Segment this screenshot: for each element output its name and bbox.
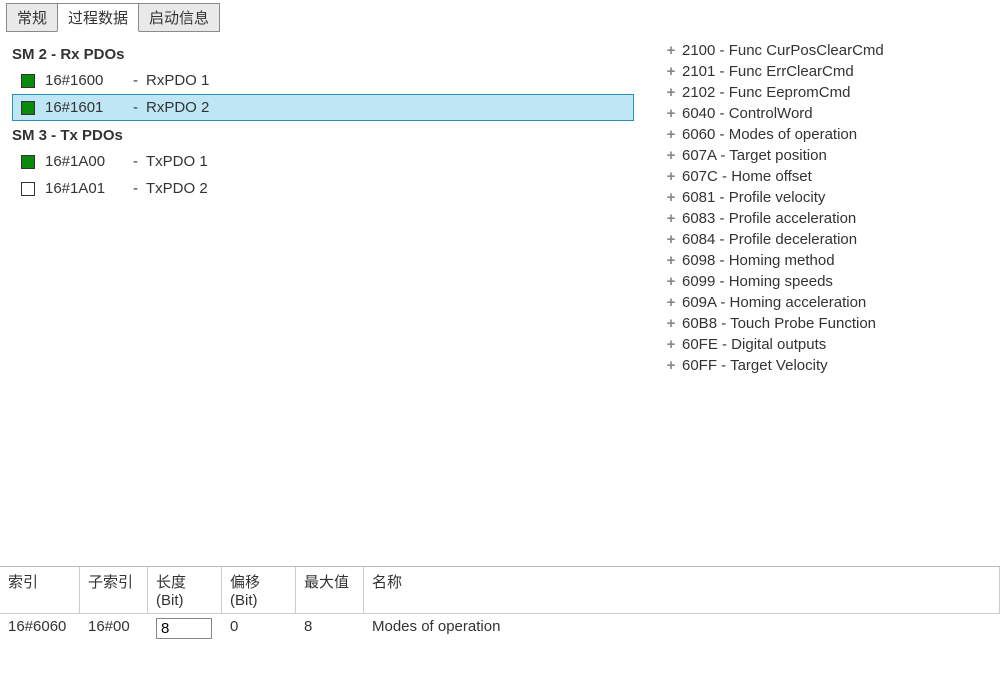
pdo-index: 16#1A01 (45, 180, 125, 197)
expand-icon[interactable]: + (660, 315, 682, 332)
entry-item[interactable]: +6040 - ControlWord (660, 103, 1000, 124)
pdo-name: RxPDO 2 (146, 99, 209, 116)
checkbox-rx2[interactable] (21, 101, 35, 115)
entry-label: 6084 - Profile deceleration (682, 231, 857, 248)
entry-item[interactable]: +607A - Target position (660, 145, 1000, 166)
entry-item[interactable]: +6099 - Homing speeds (660, 271, 1000, 292)
entry-label: 6098 - Homing method (682, 252, 835, 269)
table-row[interactable]: 16#6060 16#00 0 8 Modes of operation (0, 614, 1000, 643)
expand-icon[interactable]: + (660, 63, 682, 80)
expand-icon[interactable]: + (660, 42, 682, 59)
entry-item[interactable]: +2101 - Func ErrClearCmd (660, 61, 1000, 82)
pdo-index: 16#1601 (45, 99, 125, 116)
th-name[interactable]: 名称 (364, 567, 1000, 614)
mapping-table: 索引 子索引 长度(Bit) 偏移(Bit) 最大值 名称 16#6060 16… (0, 566, 1000, 643)
entry-label: 60B8 - Touch Probe Function (682, 315, 876, 332)
entry-label: 60FE - Digital outputs (682, 336, 826, 353)
separator: - (133, 153, 138, 170)
pdo-name: RxPDO 1 (146, 72, 209, 89)
expand-icon[interactable]: + (660, 357, 682, 374)
cell-index: 16#6060 (0, 614, 80, 643)
entry-label: 60FF - Target Velocity (682, 357, 828, 374)
entry-list-pane: +2100 - Func CurPosClearCmd+2101 - Func … (650, 32, 1000, 562)
entry-item[interactable]: +609A - Homing acceleration (660, 292, 1000, 313)
main-area: SM 2 - Rx PDOs 16#1600 - RxPDO 1 16#1601… (0, 32, 1000, 562)
expand-icon[interactable]: + (660, 252, 682, 269)
entry-label: 6040 - ControlWord (682, 105, 813, 122)
tab-startup[interactable]: 启动信息 (138, 3, 220, 32)
pdo-row-tx2[interactable]: 16#1A01 - TxPDO 2 (12, 175, 634, 202)
entry-label: 609A - Homing acceleration (682, 294, 866, 311)
th-index[interactable]: 索引 (0, 567, 80, 614)
tab-process-data[interactable]: 过程数据 (57, 3, 139, 32)
pdo-row-tx1[interactable]: 16#1A00 - TxPDO 1 (12, 148, 634, 175)
th-max[interactable]: 最大值 (296, 567, 364, 614)
expand-icon[interactable]: + (660, 84, 682, 101)
expand-icon[interactable]: + (660, 294, 682, 311)
checkbox-rx1[interactable] (21, 74, 35, 88)
sm3-title: SM 3 - Tx PDOs (12, 127, 650, 144)
entry-label: 6060 - Modes of operation (682, 126, 857, 143)
entry-label: 6099 - Homing speeds (682, 273, 833, 290)
pdo-index: 16#1A00 (45, 153, 125, 170)
expand-icon[interactable]: + (660, 189, 682, 206)
separator: - (133, 180, 138, 197)
entry-item[interactable]: +60B8 - Touch Probe Function (660, 313, 1000, 334)
entry-item[interactable]: +6083 - Profile acceleration (660, 208, 1000, 229)
length-input[interactable] (156, 618, 212, 639)
cell-length (148, 614, 222, 643)
separator: - (133, 99, 138, 116)
entry-item[interactable]: +6084 - Profile deceleration (660, 229, 1000, 250)
pdo-index: 16#1600 (45, 72, 125, 89)
checkbox-tx2[interactable] (21, 182, 35, 196)
entry-item[interactable]: +607C - Home offset (660, 166, 1000, 187)
entry-item[interactable]: +6081 - Profile velocity (660, 187, 1000, 208)
expand-icon[interactable]: + (660, 126, 682, 143)
expand-icon[interactable]: + (660, 168, 682, 185)
cell-max: 8 (296, 614, 364, 643)
expand-icon[interactable]: + (660, 147, 682, 164)
table-header: 索引 子索引 长度(Bit) 偏移(Bit) 最大值 名称 (0, 567, 1000, 614)
expand-icon[interactable]: + (660, 336, 682, 353)
tab-general[interactable]: 常规 (6, 3, 58, 32)
pdo-list-pane: SM 2 - Rx PDOs 16#1600 - RxPDO 1 16#1601… (0, 32, 650, 562)
pdo-name: TxPDO 1 (146, 153, 208, 170)
entry-item[interactable]: +6060 - Modes of operation (660, 124, 1000, 145)
expand-icon[interactable]: + (660, 273, 682, 290)
entry-item[interactable]: +60FF - Target Velocity (660, 355, 1000, 376)
cell-subindex: 16#00 (80, 614, 148, 643)
entry-item[interactable]: +2102 - Func EepromCmd (660, 82, 1000, 103)
pdo-row-rx2[interactable]: 16#1601 - RxPDO 2 (12, 94, 634, 121)
entry-label: 607A - Target position (682, 147, 827, 164)
pdo-name: TxPDO 2 (146, 180, 208, 197)
separator: - (133, 72, 138, 89)
cell-name: Modes of operation (364, 614, 1000, 643)
checkbox-tx1[interactable] (21, 155, 35, 169)
th-length[interactable]: 长度(Bit) (148, 567, 222, 614)
expand-icon[interactable]: + (660, 210, 682, 227)
cell-offset: 0 (222, 614, 296, 643)
entry-item[interactable]: +6098 - Homing method (660, 250, 1000, 271)
th-subindex[interactable]: 子索引 (80, 567, 148, 614)
tab-bar: 常规 过程数据 启动信息 (0, 0, 1000, 32)
entry-label: 6081 - Profile velocity (682, 189, 825, 206)
sm2-title: SM 2 - Rx PDOs (12, 46, 650, 63)
th-offset[interactable]: 偏移(Bit) (222, 567, 296, 614)
entry-label: 2102 - Func EepromCmd (682, 84, 850, 101)
pdo-row-rx1[interactable]: 16#1600 - RxPDO 1 (12, 67, 634, 94)
entry-label: 2100 - Func CurPosClearCmd (682, 42, 884, 59)
entry-item[interactable]: +60FE - Digital outputs (660, 334, 1000, 355)
entry-label: 6083 - Profile acceleration (682, 210, 856, 227)
entry-item[interactable]: +2100 - Func CurPosClearCmd (660, 40, 1000, 61)
expand-icon[interactable]: + (660, 231, 682, 248)
expand-icon[interactable]: + (660, 105, 682, 122)
entry-label: 607C - Home offset (682, 168, 812, 185)
entry-label: 2101 - Func ErrClearCmd (682, 63, 854, 80)
